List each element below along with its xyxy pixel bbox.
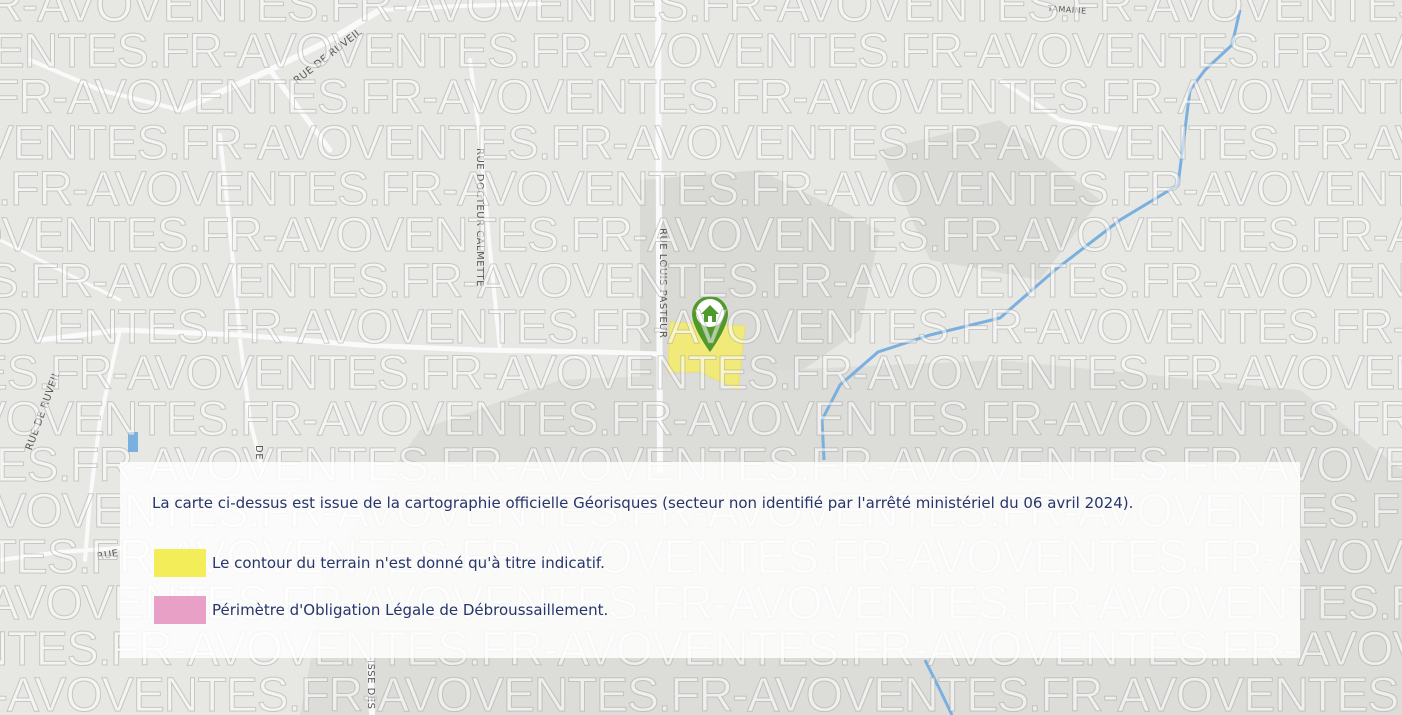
house-pin-icon[interactable] bbox=[688, 292, 732, 354]
legend-swatch-parcel bbox=[154, 549, 206, 577]
legend-swatch-old bbox=[154, 596, 206, 624]
legend-note: La carte ci-dessus est issue de la carto… bbox=[152, 494, 1134, 512]
legend-label-old: Périmètre d'Obligation Légale de Débrous… bbox=[212, 601, 609, 619]
map-legend: La carte ci-dessus est issue de la carto… bbox=[120, 462, 1300, 658]
street-label: RUE LOUIS PASTEUR bbox=[657, 228, 668, 339]
legend-item-parcel: Le contour du terrain n'est donné qu'à t… bbox=[154, 548, 605, 578]
wooded-area bbox=[880, 120, 1100, 280]
street-label: ISSE DES bbox=[365, 660, 376, 710]
map-view[interactable]: RUE DE RUVEIL RUE DOCTEUR CALMETTE RUE L… bbox=[0, 0, 1402, 715]
street-label: DE bbox=[253, 445, 264, 461]
legend-item-old: Périmètre d'Obligation Légale de Débrous… bbox=[154, 595, 608, 625]
water-marker bbox=[128, 432, 138, 452]
legend-label-parcel: Le contour du terrain n'est donné qu'à t… bbox=[212, 554, 605, 572]
street-label: RUE DOCTEUR CALMETTE bbox=[474, 148, 485, 287]
